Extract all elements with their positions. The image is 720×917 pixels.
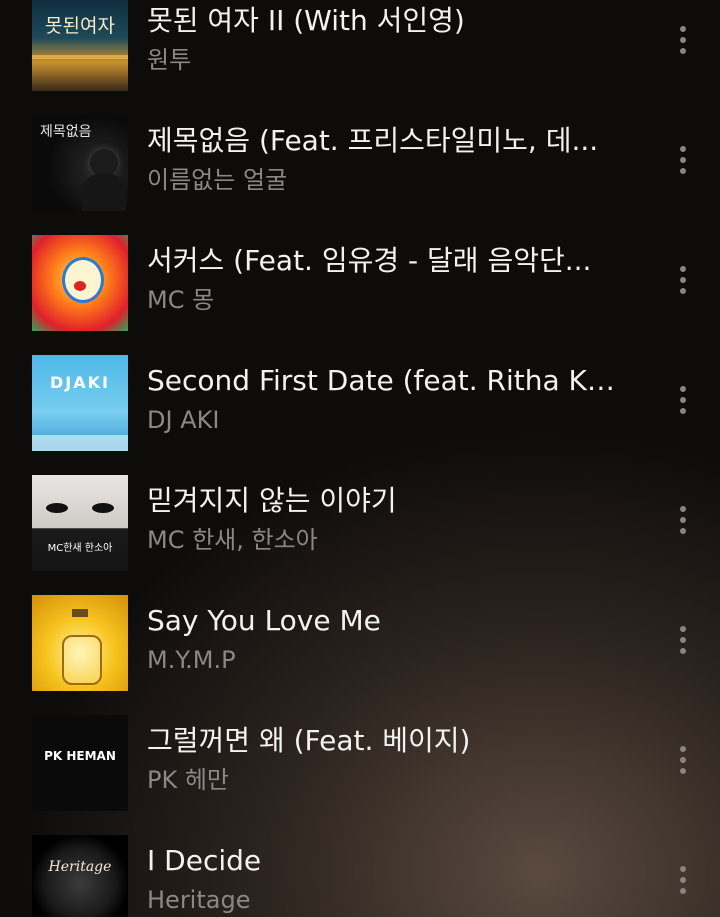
track-row[interactable]: Say You Love Me M.Y.M.P [0, 575, 720, 695]
more-vertical-icon[interactable] [668, 861, 698, 901]
track-title: Second First Date (feat. Ritha K)... [147, 364, 617, 397]
more-vertical-icon[interactable] [668, 501, 698, 541]
album-art-thumbnail: Heritage [32, 835, 128, 917]
more-vertical-icon[interactable] [668, 141, 698, 181]
track-title: 제목없음 (Feat. 프리스타일미노, 데... [147, 124, 599, 157]
track-row[interactable]: 서커스 (Feat. 임유경 - 달래 음악단... MC 몽 [0, 215, 720, 335]
track-artist: M.Y.M.P [147, 646, 236, 674]
track-row[interactable]: PK HEMAN 그럴꺼면 왜 (Feat. 베이지) PK 헤만 [0, 695, 720, 815]
album-art-thumbnail: DJAKI [32, 355, 128, 451]
track-artist: PK 헤만 [147, 766, 229, 794]
track-artist: 이름없는 얼굴 [147, 166, 288, 194]
track-list: 못된여자 못된 여자 II (With 서인영) 원투 제목없음 제목없음 (F… [0, 0, 720, 917]
album-art-thumbnail: 못된여자 [32, 0, 128, 91]
track-title: 못된 여자 II (With 서인영) [147, 4, 465, 37]
album-art-thumbnail: 제목없음 [32, 115, 128, 211]
album-art-thumbnail [32, 595, 128, 691]
track-artist: 원투 [147, 46, 192, 74]
track-artist: Heritage [147, 886, 251, 914]
more-vertical-icon[interactable] [668, 381, 698, 421]
more-vertical-icon[interactable] [668, 741, 698, 781]
track-row[interactable]: DJAKI Second First Date (feat. Ritha K).… [0, 335, 720, 455]
track-artist: MC 몽 [147, 286, 215, 314]
album-art-label: MC한새 한소아 [47, 543, 113, 554]
album-art-label: 제목없음 [40, 124, 92, 140]
more-vertical-icon[interactable] [668, 21, 698, 61]
album-art-label: Heritage [48, 859, 112, 875]
track-title: Say You Love Me [147, 604, 381, 637]
more-vertical-icon[interactable] [668, 261, 698, 301]
track-row[interactable]: MC한새 한소아 믿겨지지 않는 이야기 MC 한새, 한소아 [0, 455, 720, 575]
track-row[interactable]: 못된여자 못된 여자 II (With 서인영) 원투 [0, 0, 720, 95]
track-row[interactable]: Heritage I Decide Heritage [0, 815, 720, 917]
album-art-thumbnail: PK HEMAN [32, 715, 128, 811]
track-title: I Decide [147, 844, 262, 877]
album-art-label: 못된여자 [45, 15, 115, 37]
album-art-thumbnail [32, 235, 128, 331]
track-row[interactable]: 제목없음 제목없음 (Feat. 프리스타일미노, 데... 이름없는 얼굴 [0, 95, 720, 215]
track-artist: MC 한새, 한소아 [147, 526, 318, 554]
track-title: 그럴꺼면 왜 (Feat. 베이지) [147, 724, 471, 757]
more-vertical-icon[interactable] [668, 621, 698, 661]
album-art-label: PK HEMAN [44, 749, 116, 763]
track-title: 서커스 (Feat. 임유경 - 달래 음악단... [147, 244, 592, 277]
album-art-thumbnail: MC한새 한소아 [32, 475, 128, 571]
track-title: 믿겨지지 않는 이야기 [147, 484, 397, 517]
album-art-label: DJAKI [50, 373, 110, 392]
track-artist: DJ AKI [147, 406, 220, 434]
